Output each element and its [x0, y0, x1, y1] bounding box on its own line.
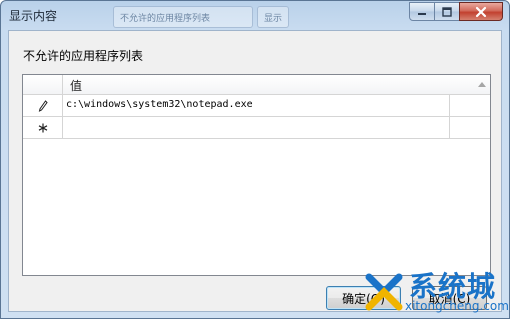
watermark-logo-icon — [365, 273, 403, 311]
asterisk-icon — [23, 117, 63, 138]
minimize-button[interactable] — [409, 2, 435, 21]
background-window-tab: 不允许的应用程序列表 — [113, 6, 253, 28]
caption-buttons — [409, 2, 503, 22]
watermark: 系统城 xitongcheng.com — [361, 263, 509, 317]
maximize-button[interactable] — [434, 2, 460, 21]
window-title: 显示内容 — [9, 9, 58, 23]
pencil-icon — [23, 95, 63, 116]
value-cell[interactable] — [64, 117, 450, 138]
list-label: 不允许的应用程序列表 — [23, 49, 144, 63]
title-bar[interactable]: 显示内容 不允许的应用程序列表 显示 — [1, 1, 509, 29]
column-header-value[interactable]: 值 — [64, 75, 490, 94]
maximize-icon — [442, 6, 452, 17]
close-button[interactable] — [459, 2, 503, 21]
new-row[interactable] — [23, 117, 490, 139]
column-header-label: 值 — [70, 79, 83, 93]
header-corner — [23, 75, 63, 94]
minimize-icon — [418, 12, 426, 15]
dialog-window: 显示内容 不允许的应用程序列表 显示 不允许的应用程序列表 值 c:\windo… — [0, 0, 510, 319]
sort-arrow-icon — [478, 82, 486, 87]
grid-header: 值 — [23, 75, 490, 95]
value-cell[interactable]: c:\windows\system32\notepad.exe — [64, 95, 450, 116]
background-window-tab: 显示 — [257, 6, 289, 28]
close-icon — [475, 6, 487, 17]
cell-text: c:\windows\system32\notepad.exe — [66, 99, 253, 110]
watermark-domain: xitongcheng.com — [405, 299, 509, 313]
value-grid: 值 c:\windows\system32\notepad.exe — [22, 74, 491, 276]
table-row[interactable]: c:\windows\system32\notepad.exe — [23, 95, 490, 117]
